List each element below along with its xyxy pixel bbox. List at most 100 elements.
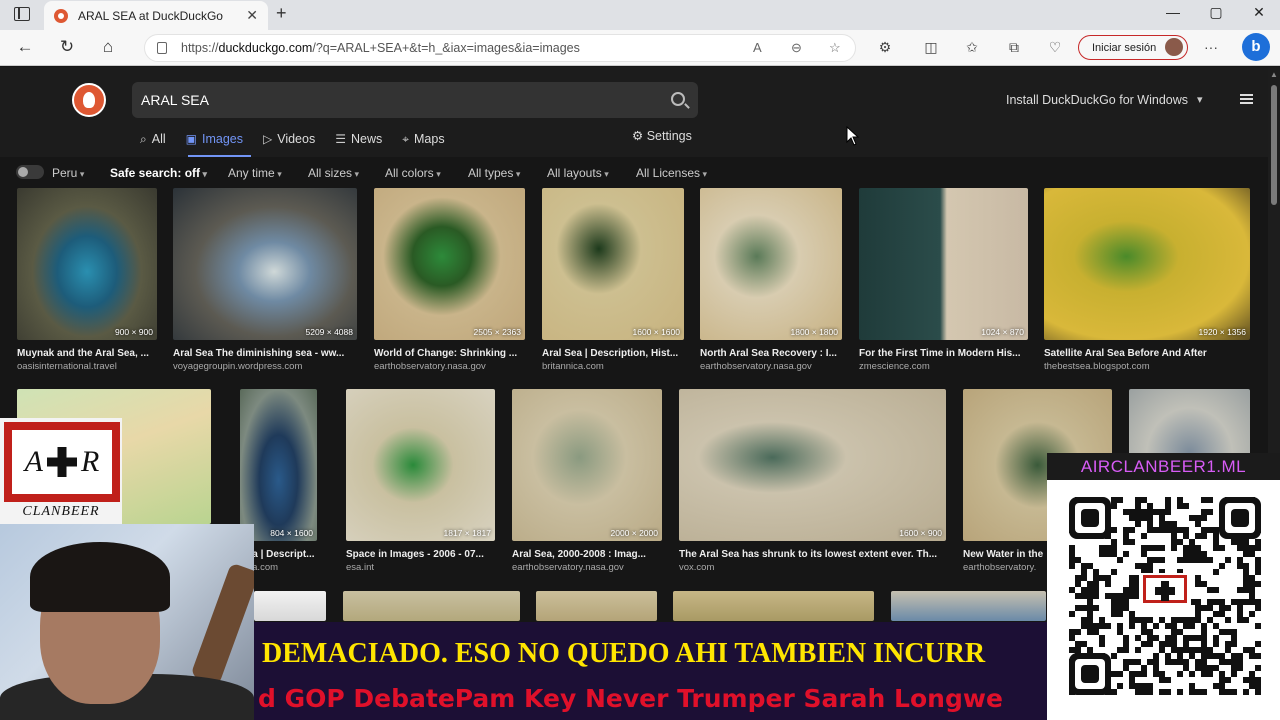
result-thumbnail[interactable] — [254, 591, 326, 621]
result-source[interactable]: voyagegroupin.wordpress.com — [173, 361, 367, 372]
sign-in-label: Iniciar sesión — [1092, 41, 1157, 54]
result-source[interactable]: earthobservatory.nasa.gov — [700, 361, 852, 372]
tab-videos[interactable]: ▷ Videos — [263, 129, 315, 149]
favorites-icon[interactable]: ✩ — [963, 39, 981, 56]
search-header: ARAL SEA Install DuckDuckGo for Windows … — [0, 67, 1268, 157]
license-filter[interactable]: All Licenses — [636, 166, 707, 180]
result-source[interactable]: esa.int — [346, 562, 505, 573]
result-source[interactable]: britannica.com — [542, 361, 694, 372]
search-icon[interactable] — [671, 92, 685, 106]
search-icon: ⌕ — [140, 131, 147, 146]
new-tab-icon[interactable]: + — [276, 3, 287, 24]
result-title[interactable]: Aral Sea | Description, Hist... — [542, 348, 694, 359]
result-title[interactable]: World of Change: Shrinking ... — [374, 348, 535, 359]
result-title[interactable]: The Aral Sea has shrunk to its lowest ex… — [679, 549, 956, 560]
result-source[interactable]: earthobservatory.nasa.gov — [512, 562, 672, 573]
address-field[interactable]: https://duckduckgo.com/?q=ARAL+SEA+&t=h_… — [144, 34, 856, 62]
more-menu-icon[interactable]: ··· — [1202, 39, 1220, 55]
maximize-icon[interactable]: ▢ — [1204, 4, 1228, 21]
image-dimensions: 1024 × 870 — [981, 327, 1024, 337]
result-thumbnail[interactable]: 1800 × 1800 — [700, 188, 842, 340]
url-path: /?q=ARAL+SEA+&t=h_&iax=images&ia=images — [312, 41, 580, 55]
result-source[interactable]: oasisinternational.travel — [17, 361, 167, 372]
collections-icon[interactable]: ⧉ — [1005, 39, 1023, 56]
result-thumbnail[interactable]: 2505 × 2363 — [374, 188, 525, 340]
result-source[interactable]: zmescience.com — [859, 361, 1038, 372]
layout-filter[interactable]: All layouts — [547, 166, 609, 180]
tab-title: ARAL SEA at DuckDuckGo — [78, 8, 223, 23]
scrollbar-thumb[interactable] — [1271, 85, 1277, 205]
region-filter[interactable]: Peru — [52, 166, 84, 180]
size-filter[interactable]: All sizes — [308, 166, 359, 180]
result-thumbnail[interactable] — [891, 591, 1046, 621]
tab-images[interactable]: ▣ Images — [186, 129, 243, 149]
result-title[interactable]: Muynak and the Aral Sea, ... — [17, 348, 167, 359]
image-dimensions: 1817 × 1817 — [443, 528, 491, 538]
result-title[interactable]: For the First Time in Modern His... — [859, 348, 1038, 359]
home-icon[interactable]: ⌂ — [97, 37, 119, 57]
result-thumbnail[interactable]: 2000 × 2000 — [512, 389, 662, 541]
result-thumbnail[interactable]: 1600 × 1600 — [542, 188, 684, 340]
result-thumbnail[interactable] — [673, 591, 874, 621]
webcam-feed — [0, 524, 254, 720]
read-aloud-icon[interactable]: A — [753, 40, 762, 55]
tab-news[interactable]: ☰ News — [335, 129, 382, 149]
browser-essentials-icon[interactable]: ♡ — [1046, 39, 1064, 56]
filter-bar: Peru Safe search: off Any time All sizes… — [0, 157, 1268, 187]
result-thumbnail[interactable] — [536, 591, 657, 621]
browser-tab[interactable]: ARAL SEA at DuckDuckGo ✕ — [44, 1, 268, 30]
result-title[interactable]: Space in Images - 2006 - 07... — [346, 549, 505, 560]
result-title[interactable]: Aral Sea, 2000-2008 : Imag... — [512, 549, 672, 560]
minimize-icon[interactable]: — — [1161, 4, 1185, 20]
type-filter[interactable]: All types — [468, 166, 520, 180]
duckduckgo-logo-icon[interactable] — [72, 83, 106, 117]
tab-maps[interactable]: ⌖ Maps — [402, 129, 444, 149]
color-filter[interactable]: All colors — [385, 166, 441, 180]
url-scheme: https:// — [181, 41, 219, 55]
time-filter[interactable]: Any time — [228, 166, 282, 180]
close-window-icon[interactable]: ✕ — [1247, 4, 1271, 21]
clanbeer-logo: A R CLANBEER — [0, 418, 122, 524]
chevron-down-icon[interactable]: ▾ — [1197, 93, 1203, 106]
safe-search-filter[interactable]: Safe search: off — [110, 166, 207, 180]
result-thumbnail[interactable]: 1024 × 870 — [859, 188, 1028, 340]
result-title[interactable]: Aral Sea The diminishing sea - ww... — [173, 348, 367, 359]
refresh-icon[interactable]: ↻ — [56, 37, 78, 57]
settings-button[interactable]: ⚙ Settings — [632, 128, 692, 143]
tab-actions-icon[interactable] — [14, 7, 30, 21]
result-title[interactable]: North Aral Sea Recovery : I... — [700, 348, 852, 359]
result-source[interactable]: earthobservatory.nasa.gov — [374, 361, 535, 372]
extensions-icon[interactable]: ⚙ — [876, 39, 894, 56]
play-icon: ▷ — [262, 132, 273, 146]
result-title[interactable]: Satellite Aral Sea Before And After — [1044, 348, 1260, 359]
result-source[interactable]: thebestsea.blogspot.com — [1044, 361, 1260, 372]
qr-panel: AIRCLANBEER1.ML — [1047, 453, 1280, 720]
search-input[interactable]: ARAL SEA — [132, 82, 698, 118]
qr-header: AIRCLANBEER1.ML — [1047, 453, 1280, 480]
result-thumbnail[interactable]: 1920 × 1356 — [1044, 188, 1250, 340]
result-thumbnail[interactable]: 1600 × 900 — [679, 389, 946, 541]
scroll-up-icon[interactable]: ▲ — [1270, 70, 1278, 79]
mouse-cursor-icon — [846, 126, 860, 146]
region-toggle[interactable] — [16, 165, 44, 179]
result-source[interactable]: vox.com — [679, 562, 956, 573]
copilot-icon[interactable]: b — [1242, 33, 1270, 61]
result-thumbnail[interactable]: 1817 × 1817 — [346, 389, 495, 541]
result-thumbnail[interactable]: 804 × 1600 — [240, 389, 317, 541]
sign-in-button[interactable]: Iniciar sesión — [1078, 35, 1188, 60]
close-tab-icon[interactable]: ✕ — [246, 7, 258, 24]
back-icon[interactable]: ← — [14, 37, 36, 57]
result-thumbnail[interactable]: 5209 × 4088 — [173, 188, 357, 340]
hamburger-menu-icon[interactable] — [1240, 94, 1253, 104]
lock-icon — [157, 42, 167, 54]
install-link[interactable]: Install DuckDuckGo for Windows — [1006, 93, 1188, 107]
result-thumbnail[interactable]: 900 × 900 — [17, 188, 157, 340]
favorite-star-icon[interactable]: ☆ — [829, 40, 841, 56]
tab-all[interactable]: ⌕ All — [140, 129, 166, 149]
zoom-icon[interactable]: ⊖ — [791, 40, 802, 56]
split-screen-icon[interactable]: ◫ — [922, 39, 940, 56]
result-thumbnail[interactable] — [343, 591, 520, 621]
map-pin-icon: ⌖ — [402, 131, 410, 146]
iron-cross-icon — [47, 447, 77, 477]
image-dimensions: 1600 × 900 — [899, 528, 942, 538]
